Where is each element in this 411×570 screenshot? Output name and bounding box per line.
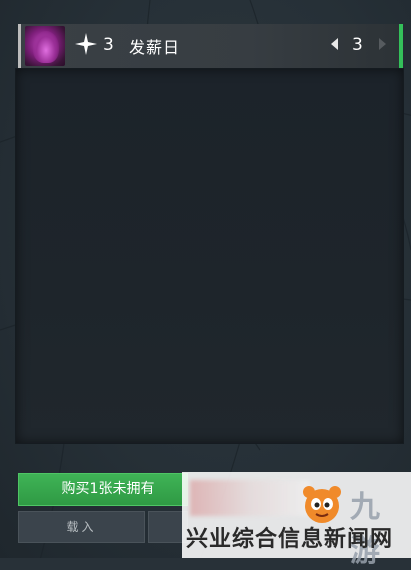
watermark-caption: 兴业综合信息新闻网 [186,527,394,552]
watermark-overlay: 九游 兴业综合信息新闻网 [182,472,411,569]
increase-arrow-icon[interactable] [379,38,386,50]
card-art-figure [33,31,59,63]
mascot-icon [303,486,341,523]
decrease-arrow-icon[interactable] [331,38,338,50]
deck-list-panel [15,68,404,444]
watermark-blur [190,480,310,516]
deck-card-row[interactable]: 3 发薪日 3 [18,24,403,68]
buy-unowned-button[interactable]: 购买1张未拥有 [18,473,188,506]
card-owned-indicator [399,24,403,68]
card-art-image [25,26,65,66]
card-count: 3 [352,35,363,55]
card-cost: 3 [103,35,114,55]
load-button[interactable]: 载入 [18,511,145,543]
card-name: 发薪日 [129,38,181,57]
sparkle-icon [75,33,97,55]
